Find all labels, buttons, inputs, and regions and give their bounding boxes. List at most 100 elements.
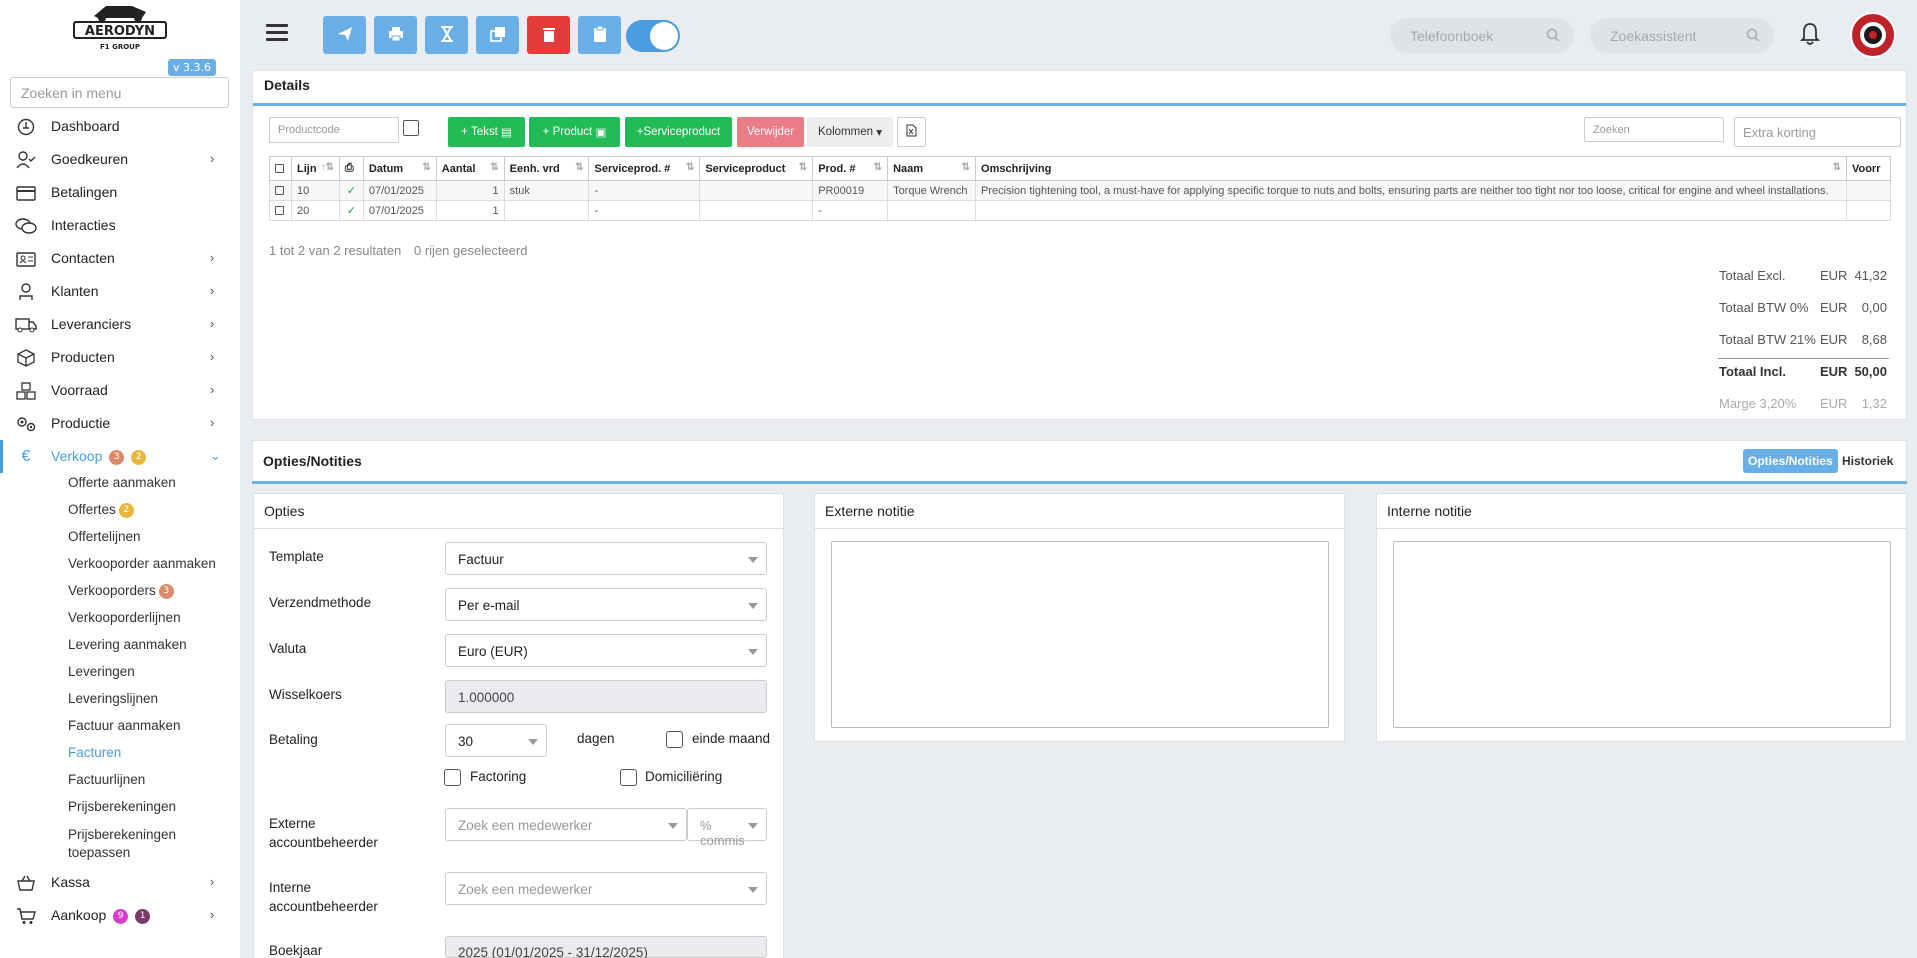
details-search-input[interactable]: Zoeken — [1584, 117, 1724, 142]
factoring-checkbox[interactable] — [444, 769, 461, 786]
table-row[interactable]: 10 ✓ 07/01/2025 1 stuk - PR00019 Torque … — [269, 180, 1892, 201]
assistant-search-input[interactable]: Zoekassistent — [1590, 18, 1774, 53]
internal-account-manager-select[interactable]: Zoek een medewerker — [445, 872, 767, 905]
column-header[interactable]: Aantal ⇅ — [435, 156, 505, 181]
sidebar-item-producten[interactable]: Producten › — [0, 341, 240, 374]
external-note-textarea[interactable] — [831, 541, 1329, 728]
column-header[interactable]: Serviceproduct ⇅ — [699, 156, 814, 181]
domiciliering-checkbox[interactable] — [620, 769, 637, 786]
aerodyn-logo[interactable]: AERODYN F1 GROUP — [72, 2, 168, 54]
sidebar-subitem-offertes[interactable]: Offertes 2 — [68, 502, 134, 518]
sidebar-subitem-prijsberekeningen-toepassen[interactable]: Prijsberekeningen toepassen — [68, 826, 218, 862]
column-header[interactable]: Naam ⇅ — [887, 156, 977, 181]
end-of-month-checkbox[interactable] — [666, 731, 683, 748]
sidebar-subitem-prijsberekeningen[interactable]: Prijsberekeningen — [68, 799, 176, 814]
export-excel-button[interactable] — [897, 117, 926, 147]
column-header[interactable]: Serviceprod. # ⇅ — [588, 156, 701, 181]
sidebar-subitem-leveringen[interactable]: Leveringen — [68, 664, 135, 679]
trash-icon — [542, 26, 556, 45]
column-header[interactable]: Prod. # ⇅ — [812, 156, 889, 181]
sidebar-subitem-factuur-aanmaken[interactable]: Factuur aanmaken — [68, 718, 181, 733]
add-text-button[interactable]: + Tekst ▤ — [448, 117, 525, 147]
sidebar-subitem-factuurlijnen[interactable]: Factuurlijnen — [68, 772, 145, 787]
menu-search-input[interactable] — [10, 77, 229, 108]
tab-historiek[interactable]: Historiek — [1842, 454, 1893, 468]
productcode-input[interactable]: Productcode — [269, 117, 399, 143]
sidebar-item-voorraad[interactable]: Voorraad › — [0, 374, 240, 407]
sidebar-item-contacten[interactable]: Contacten › — [0, 242, 240, 275]
sidebar-item-dashboard[interactable]: Dashboard — [0, 110, 240, 143]
sidebar-subitem-offerte-aanmaken[interactable]: Offerte aanmaken — [68, 475, 176, 490]
sidebar-subitem-levering-aanmaken[interactable]: Levering aanmaken — [68, 637, 187, 652]
commission-input[interactable]: % commis — [687, 808, 767, 848]
column-header[interactable]: Eenh. vrd ⇅ — [503, 156, 590, 181]
sidebar-item-aankoop[interactable]: Aankoop 9 1 › — [0, 899, 240, 932]
print-column-header[interactable]: ⎙ — [338, 156, 364, 181]
mode-toggle[interactable] — [626, 20, 680, 52]
delete-lines-button[interactable]: Verwijder — [737, 117, 804, 147]
sidebar-item-verkoop[interactable]: € Verkoop 3 2 ⌄ — [0, 440, 240, 473]
currency-select[interactable]: Euro (EUR) — [445, 634, 767, 667]
column-header[interactable]: Lijn ↑⇅ — [290, 156, 340, 181]
count-badge: 9 — [113, 909, 129, 924]
count-badge: 2 — [131, 450, 147, 465]
add-product-button[interactable]: + Product ▣ — [529, 117, 620, 147]
column-header[interactable]: Datum ⇅ — [362, 156, 437, 181]
send-button[interactable] — [323, 16, 366, 54]
user-avatar[interactable] — [1850, 12, 1896, 58]
column-header[interactable]: Voorr — [1845, 156, 1892, 181]
shipping-method-select[interactable]: Per e-mail — [445, 588, 767, 621]
table-row[interactable]: 20 ✓ 07/01/2025 1 - - — [269, 200, 1892, 221]
sidebar-subitem-offertelijnen[interactable]: Offertelijnen — [68, 529, 141, 544]
fiscal-year-select[interactable]: 2025 (01/01/2025 - 31/12/2025) — [445, 936, 767, 958]
sidebar-subitem-verkooporderlijnen[interactable]: Verkooporderlijnen — [68, 610, 181, 625]
chevron-right-icon: › — [210, 151, 215, 166]
sidebar-subitem-facturen[interactable]: Facturen — [68, 745, 121, 760]
selected-count: 0 rijen geselecteerd — [414, 243, 528, 258]
total-label: Totaal BTW 21% — [1719, 332, 1816, 347]
count-badge: 3 — [109, 450, 125, 465]
add-serviceproduct-button[interactable]: + Serviceproduct — [625, 117, 732, 147]
product-link[interactable]: PR00019 — [812, 180, 889, 201]
total-label: Totaal Excl. — [1719, 268, 1786, 283]
select-all-checkbox[interactable] — [269, 156, 292, 181]
sidebar-item-productie[interactable]: Productie › — [0, 407, 240, 440]
sidebar-subitem-verkooporders[interactable]: Verkooporders 3 — [68, 583, 174, 599]
gears-icon — [15, 415, 37, 433]
options-section-title: Opties — [253, 493, 784, 529]
print-button[interactable] — [374, 16, 417, 54]
sidebar-subitem-leveringslijnen[interactable]: Leveringslijnen — [68, 691, 158, 706]
productcode-checkbox[interactable] — [403, 120, 419, 136]
sidebar-item-klanten[interactable]: Klanten › — [0, 275, 240, 308]
notifications-bell-icon[interactable] — [1799, 22, 1821, 49]
payment-days-input[interactable]: 30 — [445, 724, 547, 757]
row-checkbox[interactable] — [275, 185, 284, 195]
template-select[interactable]: Factuur — [445, 542, 767, 575]
plus-icon: + — [542, 126, 553, 138]
tab-opties-notities[interactable]: Opties/Notities — [1743, 449, 1838, 473]
printer-icon: ⎙ — [344, 162, 354, 174]
copy-icon — [489, 26, 506, 45]
sidebar: AERODYN F1 GROUP v 3.3.6 Dashboard Goedke… — [0, 0, 240, 958]
hamburger-menu-button[interactable] — [266, 24, 288, 42]
copy-button[interactable] — [476, 16, 519, 54]
delete-button[interactable] — [527, 16, 570, 54]
sidebar-item-interacties[interactable]: Interacties — [0, 209, 240, 242]
columns-dropdown-button[interactable]: Kolommen ▾ — [807, 117, 893, 147]
sidebar-subitem-verkooporder-aanmaken[interactable]: Verkooporder aanmaken — [68, 556, 216, 571]
count-badge: 1 — [135, 909, 151, 924]
sidebar-item-betalingen[interactable]: Betalingen — [0, 176, 240, 209]
external-account-manager-select[interactable]: Zoek een medewerker — [445, 808, 687, 841]
sidebar-item-goedkeuren[interactable]: Goedkeuren › — [0, 143, 240, 176]
phonebook-search-input[interactable]: Telefoonboek — [1390, 18, 1574, 53]
timer-button[interactable] — [425, 16, 468, 54]
sidebar-item-kassa[interactable]: Kassa › — [0, 866, 240, 899]
internal-note-textarea[interactable] — [1393, 541, 1891, 728]
row-checkbox[interactable] — [275, 205, 284, 215]
extra-discount-input[interactable]: Extra korting — [1734, 117, 1901, 147]
file-icon: ▤ — [501, 127, 512, 139]
sidebar-item-leveranciers[interactable]: Leveranciers › — [0, 308, 240, 341]
currency-label: Valuta — [269, 641, 307, 656]
column-header[interactable]: Omschrijving ⇅ — [975, 156, 1847, 181]
clipboard-button[interactable] — [578, 16, 621, 54]
